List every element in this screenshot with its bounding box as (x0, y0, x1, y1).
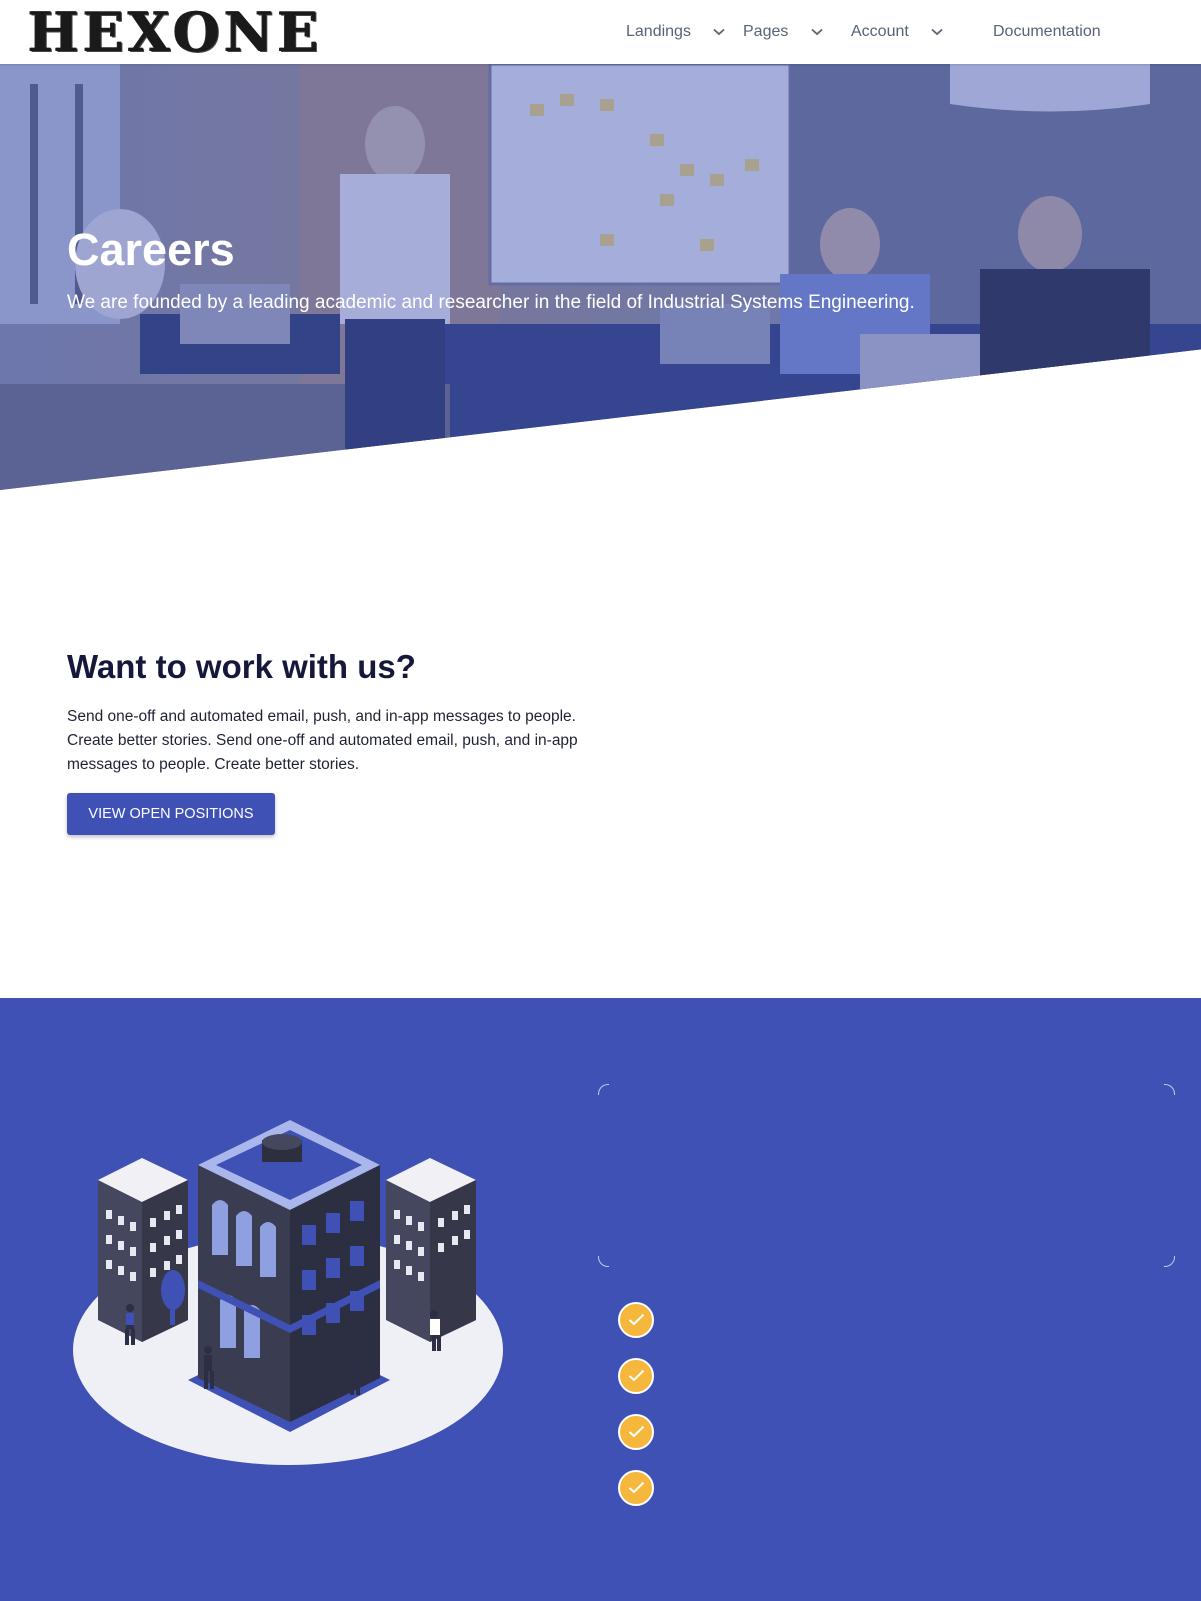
section-title: Want to work with us? (67, 648, 416, 685)
chevron-down-icon (713, 20, 726, 44)
features-section (0, 998, 1201, 1601)
hero-photo (0, 64, 1201, 490)
logo[interactable]: HEXONE (28, 5, 323, 59)
check-icon (618, 1470, 654, 1506)
check-icon (618, 1414, 654, 1450)
frame-corner (598, 1256, 609, 1267)
nav-label: Landings (626, 23, 691, 41)
nav-label: Documentation (993, 23, 1101, 40)
chevron-down-icon (811, 20, 823, 44)
page-title: Careers (67, 224, 235, 275)
nav-item-landings[interactable]: Landings (626, 20, 726, 44)
office-building-illustration (73, 1120, 503, 1465)
nav-item-account[interactable]: Account (851, 20, 943, 44)
nav-label: Account (851, 23, 909, 41)
hero-subtitle: We are founded by a leading academic and… (67, 292, 915, 313)
check-icon (618, 1302, 654, 1338)
check-icon (618, 1358, 654, 1394)
chevron-down-icon (931, 20, 943, 44)
frame-corner (598, 1084, 609, 1095)
frame-corner (1164, 1256, 1175, 1267)
frame-corner (1164, 1084, 1175, 1095)
nav-label: Pages (743, 23, 789, 41)
hero-section: Careers We are founded by a leading acad… (0, 64, 1201, 490)
nav-item-documentation[interactable]: Documentation (993, 20, 1101, 44)
section-text: Send one-off and automated email, push, … (67, 708, 578, 773)
view-open-positions-button[interactable]: VIEW OPEN POSITIONS (67, 793, 275, 835)
nav-item-pages[interactable]: Pages (743, 20, 823, 44)
site-header: HEXONE Landings Pages Account Documentat… (0, 0, 1201, 64)
